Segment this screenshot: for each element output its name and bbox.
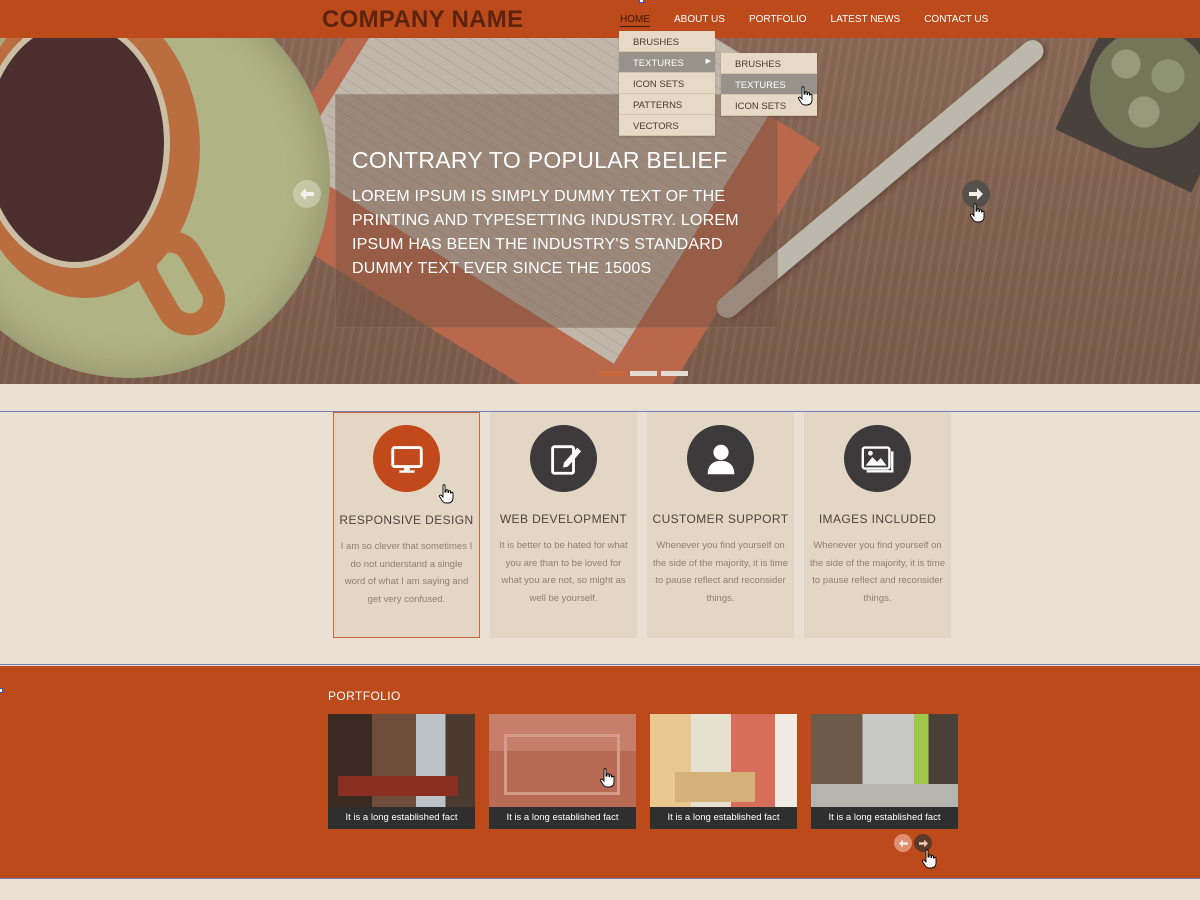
arrow-right-icon: [969, 188, 983, 200]
dropdown-item-vectors[interactable]: VECTORS: [619, 115, 715, 136]
arrow-left-icon: [898, 839, 908, 847]
feature-text: Whenever you find yourself on the side o…: [810, 540, 945, 604]
selection-handle[interactable]: [639, 0, 644, 3]
portfolio-caption: It is a long established fact: [650, 807, 797, 829]
portfolio-caption: It is a long established fact: [328, 807, 475, 829]
nav-contact-us[interactable]: CONTACT US: [912, 0, 1000, 38]
portfolio-image: [489, 714, 636, 807]
slider-dot-1[interactable]: [599, 371, 626, 376]
dropdown-item-icon-sets[interactable]: ICON SETS: [619, 73, 715, 94]
portfolio-image: [811, 714, 958, 807]
feature-title: IMAGES INCLUDED: [818, 512, 937, 526]
dropdown-item-textures[interactable]: TEXTURES ▶: [619, 52, 715, 73]
hand-cursor-icon: [797, 86, 813, 106]
dropdown-item-brushes[interactable]: BRUSHES: [619, 31, 715, 52]
edit-icon: [530, 425, 597, 492]
feature-text: I am so clever that sometimes I do not u…: [340, 541, 473, 605]
portfolio-caption: It is a long established fact: [811, 807, 958, 829]
feature-text: Whenever you find yourself on the side o…: [653, 540, 788, 604]
selection-guide-middle: [0, 664, 1200, 665]
feature-text: It is better to be hated for what you ar…: [499, 540, 628, 604]
selection-handle[interactable]: [0, 688, 3, 693]
portfolio-item-4[interactable]: It is a long established fact: [811, 714, 958, 829]
portfolio-item-3[interactable]: It is a long established fact: [650, 714, 797, 829]
portfolio-item-1[interactable]: It is a long established fact: [328, 714, 475, 829]
hand-cursor-icon: [438, 484, 454, 504]
arrow-right-icon: [918, 839, 928, 847]
hand-cursor-icon: [921, 849, 937, 869]
nav-latest-news[interactable]: LATEST NEWS: [819, 0, 913, 38]
feature-title: WEB DEVELOPMENT: [499, 512, 628, 526]
textures-submenu: BRUSHES TEXTURES ICON SETS: [721, 53, 817, 116]
features-section: RESPONSIVE DESIGN I am so clever that so…: [333, 412, 951, 638]
slider-pagination: [599, 371, 688, 376]
portfolio-title: PORTFOLIO: [328, 689, 401, 703]
submenu-arrow-icon: ▶: [705, 58, 711, 65]
slider-prev-button[interactable]: [293, 180, 321, 208]
nav-portfolio[interactable]: PORTFOLIO: [737, 0, 819, 38]
hero-text: LOREM IPSUM IS SIMPLY DUMMY TEXT OF THE …: [352, 188, 739, 277]
feature-card-images-included[interactable]: IMAGES INCLUDED Whenever you find yourse…: [804, 412, 951, 638]
slider-dot-2[interactable]: [630, 371, 657, 376]
company-logo[interactable]: COMPANY NAME: [322, 6, 523, 34]
portfolio-caption: It is a long established fact: [489, 807, 636, 829]
user-icon: [687, 425, 754, 492]
feature-card-web-development[interactable]: WEB DEVELOPMENT It is better to be hated…: [490, 412, 637, 638]
portfolio-image: [650, 714, 797, 807]
feature-card-customer-support[interactable]: CUSTOMER SUPPORT Whenever you find yours…: [647, 412, 794, 638]
hero-slider: CONTRARY TO POPULAR BELIEF LOREM IPSUM I…: [0, 38, 1200, 384]
selection-guide-bottom: [0, 878, 1200, 879]
hero-title: CONTRARY TO POPULAR BELIEF: [352, 147, 728, 173]
feature-title: CUSTOMER SUPPORT: [652, 512, 789, 526]
slider-dot-3[interactable]: [661, 371, 688, 376]
hand-cursor-icon: [969, 203, 985, 223]
home-dropdown-menu: BRUSHES TEXTURES ▶ ICON SETS PATTERNS VEC…: [619, 31, 715, 136]
feature-card-responsive-design[interactable]: RESPONSIVE DESIGN I am so clever that so…: [333, 412, 480, 638]
feature-title: RESPONSIVE DESIGN: [339, 513, 474, 527]
portfolio-image: [328, 714, 475, 807]
top-navbar: COMPANY NAME HOME ABOUT US PORTFOLIO LAT…: [0, 0, 1200, 38]
submenu-item-brushes[interactable]: BRUSHES: [721, 53, 817, 74]
arrow-left-icon: [300, 188, 314, 200]
portfolio-grid: It is a long established fact It is a lo…: [328, 714, 958, 829]
monitor-icon: [373, 425, 440, 492]
dropdown-item-patterns[interactable]: PATTERNS: [619, 94, 715, 115]
hand-cursor-icon: [599, 768, 615, 788]
images-icon: [844, 425, 911, 492]
portfolio-prev-button[interactable]: [894, 834, 912, 852]
